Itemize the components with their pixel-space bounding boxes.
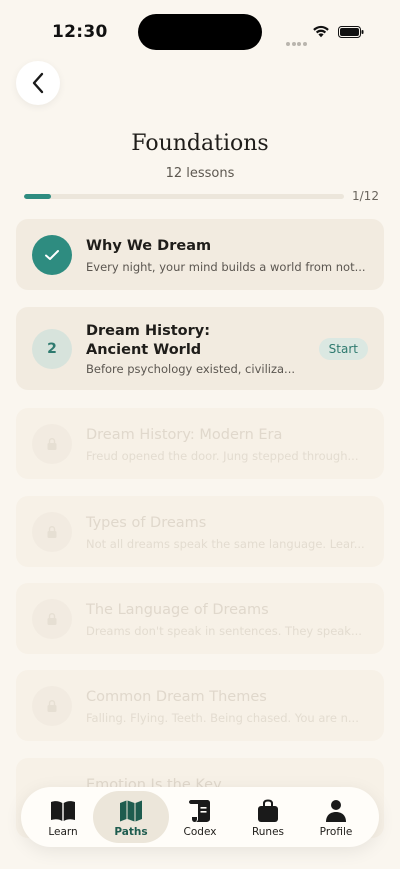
start-button[interactable]: Start <box>318 338 368 360</box>
nav-label: Paths <box>114 826 148 838</box>
lesson-title: Dream History: Modern Era <box>86 427 283 443</box>
scroll-icon <box>189 800 210 822</box>
lesson-title: Types of Dreams <box>86 515 207 531</box>
status-bar: 12:30 <box>0 0 400 60</box>
lesson-count: 12 lessons <box>165 166 235 181</box>
lesson-number-badge: 2 <box>32 329 72 369</box>
lesson-title: Why We Dream <box>86 238 212 254</box>
map-icon <box>120 800 142 822</box>
lock-icon <box>47 613 57 625</box>
dynamic-island <box>138 14 262 50</box>
progress-label: 1/12 <box>352 189 379 203</box>
progress-fill <box>24 194 51 199</box>
lesson-card-2[interactable]: 2 Dream History: Ancient World Before ps… <box>16 307 384 390</box>
lesson-card-6: Common Dream Themes Falling. Flying. Tee… <box>16 670 384 741</box>
lesson-description: Dreams don't speak in sentences. They sp… <box>86 624 362 638</box>
nav-label: Profile <box>319 826 353 838</box>
lesson-title: Common Dream Themes <box>86 689 267 705</box>
locked-badge <box>32 512 72 552</box>
signal-icon <box>286 31 310 46</box>
nav-learn[interactable]: Learn <box>25 791 101 843</box>
battery-icon <box>338 26 364 38</box>
lock-icon <box>47 438 57 450</box>
lesson-title-line1: Dream History: <box>86 323 210 339</box>
back-button[interactable] <box>16 61 60 105</box>
book-icon <box>51 801 75 821</box>
lesson-description: Before psychology existed, civiliza... <box>86 362 296 376</box>
locked-badge <box>32 424 72 464</box>
lesson-description: Not all dreams speak the same language. … <box>86 537 365 551</box>
lesson-title-line2: Ancient World <box>86 342 202 358</box>
lesson-title: The Language of Dreams <box>86 602 269 618</box>
lock-icon <box>47 526 57 538</box>
lesson-description: Falling. Flying. Teeth. Being chased. Yo… <box>86 711 359 725</box>
person-icon <box>326 800 346 822</box>
completed-badge <box>32 235 72 275</box>
lesson-description: Every night, your mind builds a world fr… <box>86 260 366 274</box>
nav-profile[interactable]: Profile <box>298 791 374 843</box>
locked-badge <box>32 599 72 639</box>
chevron-left-icon <box>32 72 44 94</box>
lesson-description: Freud opened the door. Jung stepped thro… <box>86 449 359 463</box>
bag-icon <box>258 799 278 822</box>
bottom-nav: Learn Paths Codex Runes Profile <box>21 787 379 847</box>
nav-paths[interactable]: Paths <box>93 791 169 843</box>
nav-label: Runes <box>251 826 285 838</box>
lesson-card-4: Types of Dreams Not all dreams speak the… <box>16 496 384 567</box>
nav-codex[interactable]: Codex <box>162 791 238 843</box>
lock-icon <box>47 700 57 712</box>
lesson-card-1[interactable]: Why We Dream Every night, your mind buil… <box>16 219 384 290</box>
lesson-card-5: The Language of Dreams Dreams don't spea… <box>16 583 384 654</box>
nav-label: Codex <box>183 826 217 838</box>
lesson-title: Dream History: Ancient World <box>86 322 210 360</box>
check-icon <box>45 250 59 260</box>
page-title: Foundations <box>131 131 269 156</box>
nav-label: Learn <box>48 826 78 838</box>
nav-runes[interactable]: Runes <box>230 791 306 843</box>
locked-badge <box>32 686 72 726</box>
lesson-card-3: Dream History: Modern Era Freud opened t… <box>16 408 384 479</box>
progress-bar <box>24 194 344 199</box>
status-time: 12:30 <box>52 22 108 42</box>
wifi-icon <box>313 25 329 38</box>
